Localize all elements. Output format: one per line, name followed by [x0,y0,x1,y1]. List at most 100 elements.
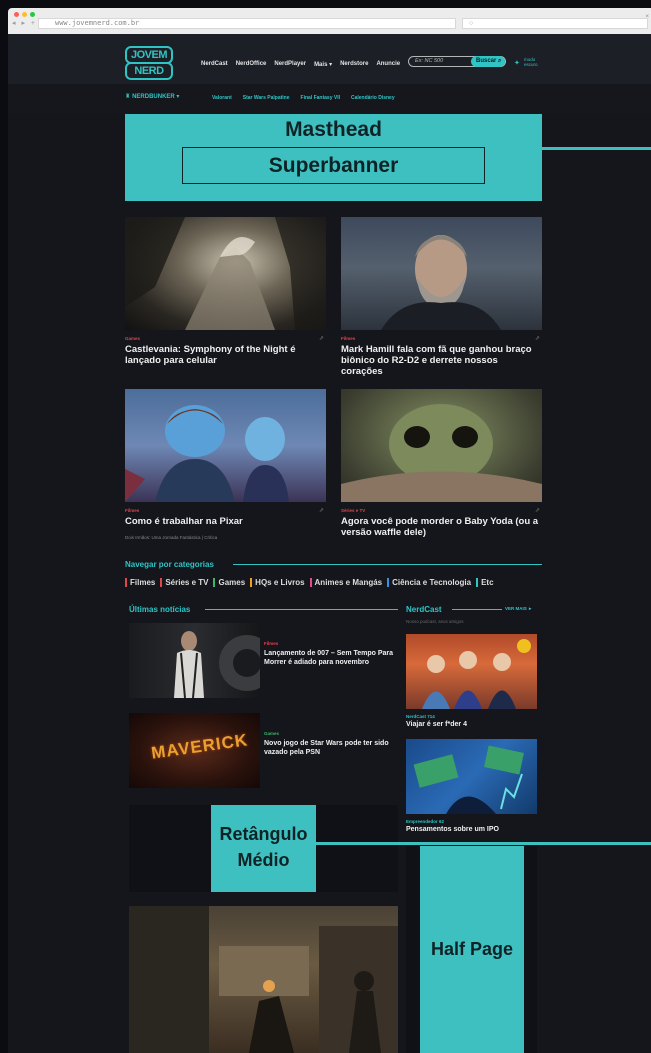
podcast-item[interactable]: NerdCast 714 Viajar é ser f*der 4 [406,634,537,728]
card-category[interactable]: Séries e TV [341,508,542,514]
featured-card[interactable]: ⇗ Games Castlevania: Symphony of the Nig… [125,217,326,366]
nav-mais[interactable]: Mais ▾ [314,61,332,68]
podcast-item[interactable]: Empreendedor 62 Pensamentos sobre um IPO [406,739,537,833]
category-link[interactable]: Etc [476,578,494,587]
superbanner-ad[interactable]: Superbanner [182,147,485,184]
site-search-input[interactable]: Ex: NC 500 Buscar ⌕ [408,56,506,67]
news-item[interactable]: Filmes Lançamento de 007 – Sem Tempo Par… [129,623,399,698]
categories-heading: Navegar por categorias [125,560,214,569]
masthead-ad[interactable]: Masthead Superbanner [125,114,542,201]
close-tab-icon[interactable]: × [645,14,649,20]
search-icon: ⌕ [498,58,502,64]
featured-video-thumbnail[interactable] [129,906,398,1053]
baby-yoda-photo [341,404,542,502]
search-icon: ○ [469,20,474,27]
dark-mode-icon[interactable]: ✦ [514,59,520,67]
castlevania-art [125,217,326,330]
card-title[interactable]: Castlevania: Symphony of the Night é lan… [125,344,326,366]
nerdbunker-menu[interactable]: ♜ NERDBUNKER ▾ [125,93,179,100]
nav-nerdcast[interactable]: NerdCast [201,61,228,68]
trending-link[interactable]: Valorant [212,95,232,101]
masthead-leader-line [542,147,651,150]
trending-link[interactable]: Star Wars Palpatine [243,95,290,101]
podcast-category[interactable]: Empreendedor 62 [406,819,537,824]
site-header: JOVEM NERD NerdCast NerdOffice NerdPlaye… [8,34,651,84]
nav-nerdstore[interactable]: Nerdstore [340,61,368,68]
search-button[interactable]: Buscar ⌕ [471,56,505,67]
share-icon[interactable]: ⇗ [319,335,324,342]
trending-link[interactable]: Calendário Disney [351,95,395,101]
category-link[interactable]: HQs e Livros [250,578,305,587]
browser-window: ◂ ▸ + www.jovemnerd.com.br ○ × JOVEM NER… [8,8,651,1053]
related-article-link[interactable]: Dois Irmãos: Uma Jornada Fantástica | Cr… [125,535,326,540]
category-link[interactable]: Ciência e Tecnologia [387,578,471,587]
featured-card[interactable]: ⇗ Filmes Mark Hamill fala com fã que gan… [341,217,542,377]
featured-card[interactable]: ⇗ Séries e TV Agora você pode morder o B… [341,389,542,538]
main-nav: NerdCast NerdOffice NerdPlayer Mais ▾ Ne… [201,61,400,68]
maverick-logo: MAVERICK [150,730,250,763]
trending-links: Valorant Star Wars Palpatine Final Fanta… [212,95,395,101]
card-category[interactable]: Games [125,336,326,342]
empreendedor-cover-art [413,745,524,814]
podcast-title[interactable]: Viajar é ser f*der 4 [406,721,537,728]
card-category[interactable]: Filmes [125,508,326,514]
close-window-icon[interactable] [14,12,19,17]
share-icon[interactable]: ⇗ [535,507,540,514]
share-icon[interactable]: ⇗ [535,335,540,342]
news-title[interactable]: Lançamento de 007 – Sem Tempo Para Morre… [264,649,394,667]
news-category[interactable]: Filmes [264,641,278,646]
latest-news-divider [205,609,398,610]
masthead-label: Masthead [285,118,382,141]
window-controls [14,12,35,17]
card-title[interactable]: Mark Hamill fala com fã que ganhou braço… [341,344,542,377]
see-more-link[interactable]: VER MAIS ► [505,606,532,611]
category-link[interactable]: Animes e Mangás [309,578,382,587]
news-item[interactable]: MAVERICK Games Novo jogo de Star Wars po… [129,713,399,788]
rectangle-leader-line [316,842,651,845]
card-category[interactable]: Filmes [341,336,542,342]
card-title[interactable]: Como é trabalhar na Pixar [125,516,326,527]
featured-image [341,217,542,330]
category-link[interactable]: Games [213,578,245,587]
site-logo[interactable]: JOVEM NERD [125,46,173,80]
nerdbunker-icon: ♜ [125,94,131,100]
dark-mode-toggle[interactable]: modo escuro [524,57,538,67]
featured-image [341,389,542,502]
latest-news-heading: Últimas notícias [129,605,191,614]
podcast-category[interactable]: NerdCast 714 [406,714,537,719]
nav-anuncie[interactable]: Anuncie [376,61,400,68]
nerdcast-subtitle: Nosso podcast, seus amigos [406,619,464,624]
news-title[interactable]: Novo jogo de Star Wars pode ter sido vaz… [264,739,394,757]
sub-nav: ♜ NERDBUNKER ▾ Valorant Star Wars Palpat… [8,84,651,114]
browser-nav-buttons[interactable]: ◂ ▸ + [12,19,37,27]
half-page-ad[interactable]: Half Page [420,846,524,1053]
maximize-window-icon[interactable] [30,12,35,17]
trending-link[interactable]: Final Fantasy VII [301,95,340,101]
featured-card[interactable]: ⇗ Filmes Como é trabalhar na Pixar Dois … [125,389,326,540]
featured-image [125,389,326,502]
rect-label-line-1: Retângulo [219,824,308,844]
mode-label-2: escuro [524,62,538,67]
nerdbunker-label: NERDBUNKER ▾ [132,94,180,100]
card-title[interactable]: Agora você pode morder o Baby Yoda (ou a… [341,516,542,538]
news-category[interactable]: Games [264,731,279,736]
news-thumbnail: MAVERICK [129,713,260,788]
categories-divider [233,564,542,565]
logo-line-2: NERD [125,62,173,80]
nav-nerdoffice[interactable]: NerdOffice [236,61,267,68]
podcast-thumbnail [406,739,537,814]
bond-photo [174,631,260,698]
address-bar[interactable]: www.jovemnerd.com.br [38,18,456,29]
share-icon[interactable]: ⇗ [319,507,324,514]
nerdcast-divider [452,609,502,610]
nav-nerdplayer[interactable]: NerdPlayer [274,61,306,68]
podcast-title[interactable]: Pensamentos sobre um IPO [406,826,537,833]
category-link[interactable]: Séries e TV [160,578,208,587]
nerdcast-cover-art [422,639,531,709]
category-link[interactable]: Filmes [125,578,155,587]
category-list: Filmes Séries e TV Games HQs e Livros An… [125,578,545,587]
browser-search-bar[interactable]: ○ [462,18,648,29]
medium-rectangle-ad[interactable]: Retângulo Médio [211,805,316,892]
minimize-window-icon[interactable] [22,12,27,17]
search-placeholder: Ex: NC 500 [415,58,444,64]
